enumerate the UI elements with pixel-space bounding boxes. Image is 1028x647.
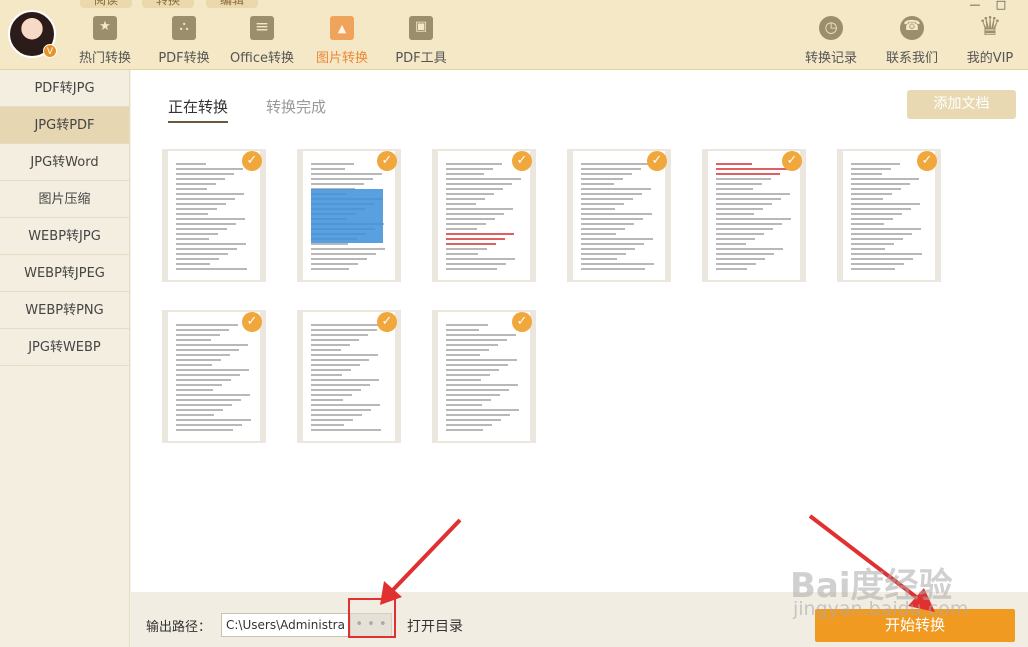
minimize-button[interactable]: — (968, 0, 982, 10)
page-preview (573, 151, 665, 280)
tab-completed[interactable]: 转换完成 (266, 96, 326, 117)
nav-hot-convert[interactable]: 热门转换 (65, 14, 145, 66)
file-thumbnail[interactable]: ✓ (297, 149, 401, 282)
annotation-highlight-box (348, 598, 396, 638)
checkmark-icon[interactable]: ✓ (242, 151, 262, 171)
image-icon (330, 16, 354, 40)
file-thumbnail[interactable]: ✓ (837, 149, 941, 282)
nav-label: PDF转换 (158, 51, 210, 66)
clock-icon (819, 16, 843, 40)
file-thumbnail[interactable]: ✓ (702, 149, 806, 282)
output-path-label: 输出路径： (146, 620, 212, 635)
page-preview (168, 151, 260, 280)
checkmark-icon[interactable]: ✓ (242, 312, 262, 332)
tab-convert[interactable]: 转换 (142, 0, 195, 8)
nav-label: 转换记录 (804, 51, 857, 66)
file-thumbnail[interactable]: ✓ (162, 310, 266, 443)
nav-pdf-tools[interactable]: PDF工具 (381, 14, 461, 66)
sidebar-item-webp-to-png[interactable]: WEBP转PNG (0, 292, 129, 329)
add-document-button[interactable]: 添加文档 (907, 90, 1016, 119)
top-header: 阅读 转换 编辑 — □ V 热门转换 PDF转换 Office转换 图片转换 … (0, 0, 1028, 70)
sidebar: PDF转JPG JPG转PDF JPG转Word 图片压缩 WEBP转JPG W… (0, 70, 130, 647)
page-preview (708, 151, 800, 280)
nav-image-convert[interactable]: 图片转换 (302, 14, 382, 66)
watermark-url: jingyan.baidu.com (793, 598, 969, 620)
table-preview (311, 189, 383, 243)
main-panel: 正在转换 转换完成 添加文档 ✓ ✓ ✓ ✓ ✓ ✓ ✓ ✓ ✓ (131, 70, 1028, 592)
nav-label: PDF工具 (395, 51, 447, 66)
checkmark-icon[interactable]: ✓ (512, 151, 532, 171)
nav-contact-us[interactable]: 联系我们 (872, 14, 952, 66)
checkmark-icon[interactable]: ✓ (512, 312, 532, 332)
sidebar-item-webp-to-jpg[interactable]: WEBP转JPG (0, 218, 129, 255)
nav-label: 我的VIP (966, 51, 1014, 66)
nav-convert-history[interactable]: 转换记录 (791, 14, 871, 66)
sidebar-item-jpg-to-pdf[interactable]: JPG转PDF (0, 107, 129, 144)
office-icon (250, 16, 274, 40)
nav-label: 联系我们 (885, 51, 938, 66)
output-path-input[interactable] (221, 613, 349, 637)
tab-read[interactable]: 阅读 (80, 0, 133, 8)
checkmark-icon[interactable]: ✓ (782, 151, 802, 171)
nav-label: Office转换 (230, 51, 294, 66)
sidebar-item-jpg-to-webp[interactable]: JPG转WEBP (0, 329, 129, 366)
page-preview (303, 312, 395, 441)
file-thumbnail[interactable]: ✓ (567, 149, 671, 282)
page-preview (843, 151, 935, 280)
checkmark-icon[interactable]: ✓ (377, 151, 397, 171)
page-preview (438, 151, 530, 280)
sidebar-item-image-compress[interactable]: 图片压缩 (0, 181, 129, 218)
checkmark-icon[interactable]: ✓ (917, 151, 937, 171)
nav-label: 图片转换 (315, 51, 368, 66)
checkmark-icon[interactable]: ✓ (647, 151, 667, 171)
crown-icon (978, 12, 1002, 42)
page-preview (303, 151, 395, 280)
pdf-icon (172, 16, 196, 40)
tab-edit[interactable]: 编辑 (206, 0, 259, 8)
nav-pdf-convert[interactable]: PDF转换 (144, 14, 224, 66)
checkmark-icon[interactable]: ✓ (377, 312, 397, 332)
file-thumbnail[interactable]: ✓ (162, 149, 266, 282)
page-preview (438, 312, 530, 441)
tab-converting[interactable]: 正在转换 (168, 96, 229, 123)
file-thumbnail[interactable]: ✓ (432, 149, 536, 282)
headset-icon (900, 16, 924, 40)
maximize-button[interactable]: □ (994, 0, 1008, 10)
fire-icon (93, 16, 117, 40)
sidebar-item-jpg-to-word[interactable]: JPG转Word (0, 144, 129, 181)
nav-office-convert[interactable]: Office转换 (222, 14, 302, 66)
sidebar-item-pdf-to-jpg[interactable]: PDF转JPG (0, 70, 129, 107)
open-directory-link[interactable]: 打开目录 (407, 616, 463, 636)
toolbox-icon (409, 16, 433, 40)
vip-badge: V (43, 44, 57, 58)
page-preview (168, 312, 260, 441)
sidebar-item-webp-to-jpeg[interactable]: WEBP转JPEG (0, 255, 129, 292)
nav-label: 热门转换 (78, 51, 131, 66)
file-thumbnail[interactable]: ✓ (297, 310, 401, 443)
file-thumbnail[interactable]: ✓ (432, 310, 536, 443)
nav-my-vip[interactable]: 我的VIP (950, 12, 1028, 66)
